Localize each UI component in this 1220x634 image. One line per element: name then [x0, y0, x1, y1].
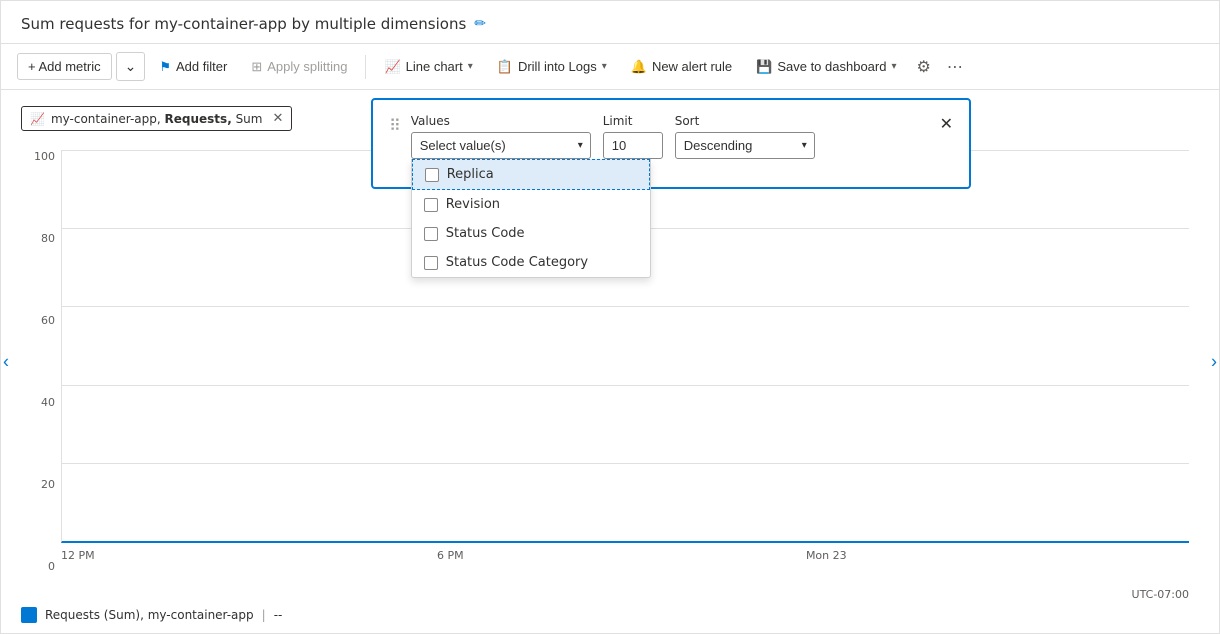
checkbox-status-code-category[interactable]	[424, 256, 438, 270]
metric-tag-close[interactable]: ✕	[272, 111, 283, 126]
dropdown-item-revision[interactable]: Revision	[412, 190, 650, 219]
legend-text: Requests (Sum), my-container-app	[45, 608, 254, 622]
metric-tag: 📈 my-container-app, Requests, Sum ✕	[21, 106, 292, 131]
y-label-40: 40	[41, 396, 55, 409]
new-alert-rule-button[interactable]: 🔔 New alert rule	[621, 54, 742, 80]
drill-into-logs-button[interactable]: 📋 Drill into Logs ▾	[487, 54, 617, 80]
splitting-panel: ⠿ Values Select value(s) Replica Revisio…	[371, 98, 971, 189]
add-filter-button[interactable]: ⚑ Add filter	[149, 54, 237, 80]
limit-field-group: Limit	[603, 114, 663, 159]
y-label-0: 0	[48, 560, 55, 573]
x-label-mon23: Mon 23	[806, 549, 847, 562]
y-axis: 100 80 60 40 20 0	[21, 150, 61, 573]
close-splitting-panel-button[interactable]: ✕	[940, 114, 953, 134]
toolbar: + Add metric ⌄ ⚑ Add filter ⊞ Apply spli…	[1, 44, 1219, 90]
line-chart-label: Line chart	[406, 59, 463, 74]
dropdown-label-revision: Revision	[446, 197, 500, 212]
drill-into-logs-label: Drill into Logs	[518, 59, 597, 74]
dropdown-label-replica: Replica	[447, 167, 494, 182]
add-metric-chevron[interactable]: ⌄	[116, 52, 146, 81]
main-content: 📈 my-container-app, Requests, Sum ✕ ⠿ Va…	[1, 90, 1219, 633]
add-metric-label: + Add metric	[28, 59, 101, 74]
add-metric-button[interactable]: + Add metric	[17, 53, 112, 80]
y-label-80: 80	[41, 232, 55, 245]
sort-label: Sort	[675, 114, 815, 128]
line-chart-chevron: ▾	[468, 61, 473, 72]
checkbox-status-code[interactable]	[424, 227, 438, 241]
chart-nav-right[interactable]: ›	[1211, 351, 1217, 372]
alert-icon: 🔔	[631, 59, 647, 75]
y-label-100: 100	[34, 150, 55, 163]
x-axis: 12 PM 6 PM Mon 23	[61, 543, 1189, 573]
page-header: Sum requests for my-container-app by mul…	[1, 1, 1219, 44]
new-alert-rule-label: New alert rule	[652, 59, 732, 74]
dropdown-label-status-code: Status Code	[446, 226, 525, 241]
save-to-dashboard-button[interactable]: 💾 Save to dashboard ▾	[746, 54, 906, 80]
x-label-12pm: 12 PM	[61, 549, 95, 562]
sort-field-group: Sort Descending Ascending ▾	[675, 114, 815, 159]
values-field-group: Values Select value(s) Replica Revision …	[411, 114, 591, 159]
line-chart-icon: 📈	[384, 59, 400, 75]
timezone-label: UTC-07:00	[1132, 588, 1189, 601]
legend-value: --	[274, 608, 283, 622]
drill-icon: 📋	[497, 59, 513, 75]
metric-tag-icon: 📈	[30, 112, 45, 126]
values-select[interactable]: Select value(s) Replica Revision Status …	[411, 132, 591, 159]
save-icon: 💾	[756, 59, 772, 75]
limit-input[interactable]	[603, 132, 663, 159]
filter-icon: ⚑	[159, 59, 171, 75]
line-chart-button[interactable]: 📈 Line chart ▾	[374, 54, 482, 80]
chart-nav-left[interactable]: ‹	[3, 351, 9, 372]
splitting-panel-header: ⠿ Values Select value(s) Replica Revisio…	[389, 114, 953, 159]
grid-line-60	[62, 306, 1189, 307]
metric-tag-label: my-container-app, Requests, Sum	[51, 112, 263, 126]
dropdown-item-status-code[interactable]: Status Code	[412, 219, 650, 248]
dropdown-item-status-code-category[interactable]: Status Code Category	[412, 248, 650, 277]
settings-button[interactable]: ⚙	[911, 53, 937, 81]
sort-select[interactable]: Descending Ascending	[675, 132, 815, 159]
dropdown-label-status-code-category: Status Code Category	[446, 255, 588, 270]
save-to-dashboard-label: Save to dashboard	[777, 59, 886, 74]
legend-separator: |	[262, 608, 266, 622]
chart-legend: Requests (Sum), my-container-app | --	[21, 607, 282, 623]
apply-splitting-label: Apply splitting	[267, 59, 347, 74]
page-title: Sum requests for my-container-app by mul…	[21, 15, 466, 33]
splitting-icon: ⊞	[251, 59, 262, 75]
legend-color-swatch	[21, 607, 37, 623]
y-label-20: 20	[41, 478, 55, 491]
chart-area: 📈 my-container-app, Requests, Sum ✕ ⠿ Va…	[1, 90, 1219, 633]
grid-line-40	[62, 385, 1189, 386]
toolbar-divider-1	[365, 55, 366, 79]
save-chevron: ▾	[891, 61, 896, 72]
edit-icon[interactable]: ✏	[474, 16, 486, 32]
grid-line-20	[62, 463, 1189, 464]
sort-select-wrapper: Descending Ascending ▾	[675, 132, 815, 159]
limit-label: Limit	[603, 114, 663, 128]
drill-chevron: ▾	[602, 61, 607, 72]
dropdown-item-replica[interactable]: Replica	[412, 159, 650, 190]
values-dropdown: Replica Revision Status Code	[411, 159, 651, 278]
drag-icon: ⠿	[389, 116, 401, 135]
checkbox-revision[interactable]	[424, 198, 438, 212]
x-label-6pm: 6 PM	[437, 549, 464, 562]
checkbox-replica[interactable]	[425, 168, 439, 182]
values-select-wrapper: Select value(s) Replica Revision Status …	[411, 132, 591, 159]
values-label: Values	[411, 114, 591, 128]
apply-splitting-button[interactable]: ⊞ Apply splitting	[241, 54, 357, 80]
more-options-button[interactable]: ⋯	[941, 53, 969, 81]
y-label-60: 60	[41, 314, 55, 327]
splitting-fields: Values Select value(s) Replica Revision …	[411, 114, 930, 159]
add-filter-label: Add filter	[176, 59, 227, 74]
